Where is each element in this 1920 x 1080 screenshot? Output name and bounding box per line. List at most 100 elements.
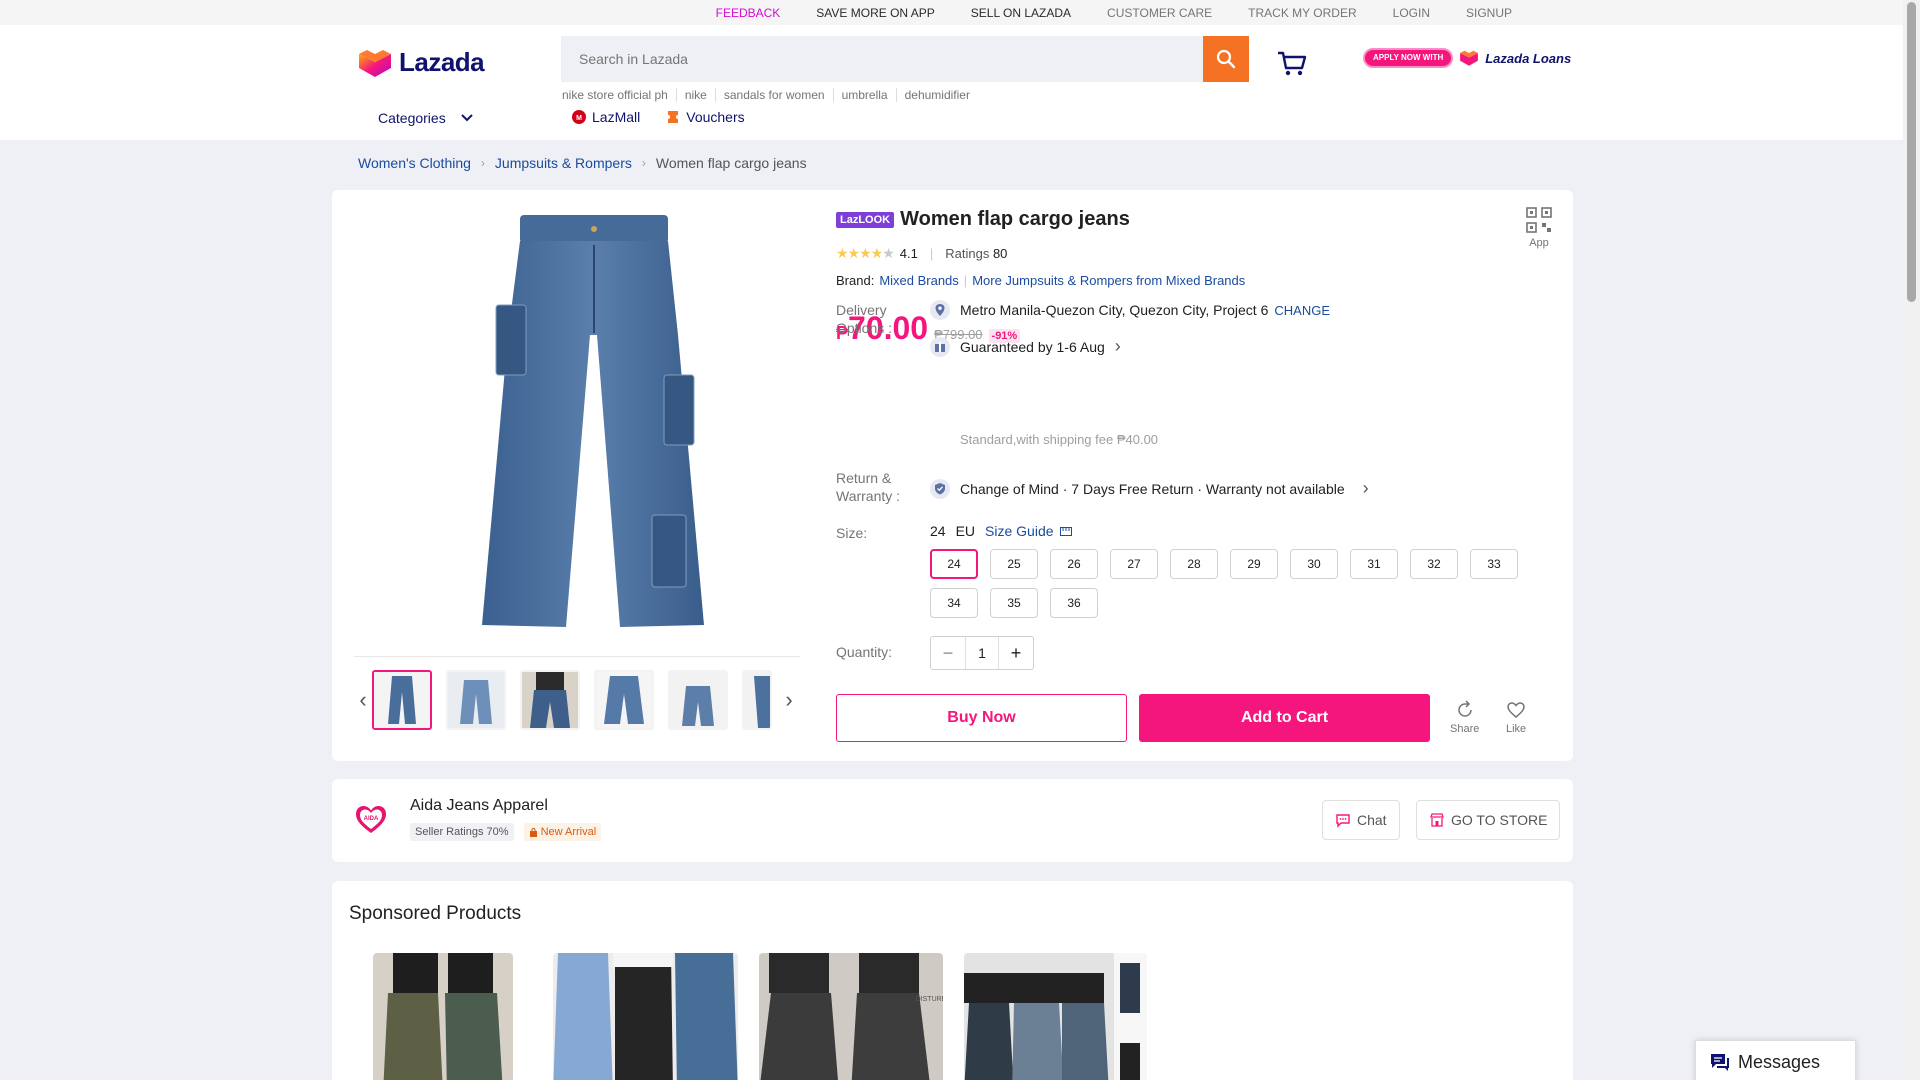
sponsored-product-image[interactable] bbox=[373, 953, 513, 1080]
cart-button[interactable] bbox=[1276, 47, 1308, 84]
size-guide-link[interactable]: Size Guide bbox=[985, 523, 1072, 539]
seller-name[interactable]: Aida Jeans Apparel bbox=[410, 797, 548, 815]
app-qr-button[interactable]: App bbox=[1525, 206, 1553, 249]
return-warranty-text: Change of Mind · 7 Days Free Return · Wa… bbox=[960, 480, 1345, 497]
brand-more-link[interactable]: More Jumpsuits & Rompers from Mixed Bran… bbox=[972, 273, 1245, 288]
breadcrumb-link[interactable]: Women's Clothing bbox=[358, 155, 471, 171]
selected-size: 24 bbox=[930, 523, 946, 539]
size-header: 24 EU Size Guide bbox=[930, 523, 1072, 539]
quantity-label: Quantity: bbox=[836, 644, 893, 660]
chat-button[interactable]: Chat bbox=[1322, 800, 1400, 840]
thumbnail-image[interactable] bbox=[520, 670, 580, 730]
search-button[interactable] bbox=[1203, 36, 1249, 82]
hotword-link[interactable]: nike bbox=[675, 88, 715, 102]
like-button[interactable]: Like bbox=[1506, 700, 1526, 735]
sponsored-product-image[interactable] bbox=[964, 953, 1147, 1080]
hotword-link[interactable]: umbrella bbox=[832, 88, 896, 102]
svg-text:DISTURB: DISTURB bbox=[916, 996, 943, 1003]
chat-icon bbox=[1336, 814, 1350, 828]
topbar-link-feedback[interactable]: FEEDBACK bbox=[698, 6, 799, 20]
lazmall-icon: M bbox=[572, 110, 586, 124]
brand-label: Brand: bbox=[836, 273, 875, 288]
scrollbar-thumb[interactable] bbox=[1907, 2, 1916, 302]
quantity-decrease-button[interactable]: − bbox=[931, 637, 965, 669]
categories-label: Categories bbox=[378, 110, 446, 126]
hotword-link[interactable]: nike store official ph bbox=[562, 88, 676, 102]
jeans-thumbnail bbox=[596, 672, 652, 728]
quantity-value[interactable]: 1 bbox=[965, 637, 999, 669]
nav-lazmall[interactable]: M LazMall bbox=[572, 109, 640, 125]
size-option[interactable]: 35 bbox=[990, 588, 1038, 618]
lazada-logo[interactable]: Lazada bbox=[357, 47, 485, 78]
thumbnail-image[interactable] bbox=[594, 670, 654, 730]
size-unit: EU bbox=[955, 523, 976, 539]
bag-icon bbox=[529, 827, 537, 837]
thumbnail-next-arrow[interactable]: › bbox=[780, 670, 798, 730]
product-title: Women flap cargo jeans bbox=[900, 208, 1130, 230]
messages-button[interactable]: Messages bbox=[1695, 1040, 1856, 1080]
breadcrumb-link[interactable]: Jumpsuits & Rompers bbox=[495, 155, 632, 171]
chat-label: Chat bbox=[1357, 812, 1387, 828]
size-option[interactable]: 26 bbox=[1050, 549, 1098, 579]
size-option[interactable]: 30 bbox=[1290, 549, 1338, 579]
topbar-link-sell[interactable]: SELL ON LAZADA bbox=[953, 6, 1089, 20]
delivery-guarantee-row[interactable]: Guaranteed by 1-6 Aug › bbox=[930, 336, 1121, 357]
topbar-link-track-order[interactable]: TRACK MY ORDER bbox=[1230, 6, 1374, 20]
breadcrumb: Women's Clothing › Jumpsuits & Rompers ›… bbox=[358, 155, 807, 171]
search-input[interactable] bbox=[561, 36, 1203, 82]
thumbnail-image[interactable] bbox=[372, 670, 432, 730]
quantity-increase-button[interactable]: + bbox=[999, 637, 1033, 669]
thumbnail-image[interactable] bbox=[668, 670, 728, 730]
change-location-link[interactable]: CHANGE bbox=[1274, 303, 1330, 318]
size-option[interactable]: 34 bbox=[930, 588, 978, 618]
product-title-row: LazLOOK Women flap cargo jeans bbox=[836, 208, 1130, 231]
size-option[interactable]: 33 bbox=[1470, 549, 1518, 579]
nav-vouchers[interactable]: Vouchers bbox=[666, 109, 745, 125]
search-hotwords: nike store official ph nike sandals for … bbox=[562, 88, 978, 102]
sponsored-title: Sponsored Products bbox=[349, 903, 522, 924]
thumbnail-image[interactable] bbox=[742, 670, 772, 730]
sponsored-product-image[interactable] bbox=[553, 953, 738, 1080]
size-option[interactable]: 31 bbox=[1350, 549, 1398, 579]
chevron-right-icon: › bbox=[480, 156, 485, 170]
shipping-fee: Standard,with shipping fee ₱40.00 bbox=[960, 432, 1159, 447]
chevron-right-icon: › bbox=[641, 156, 646, 170]
sponsored-product-image[interactable]: DISTURB bbox=[759, 953, 943, 1080]
thumbnail-image[interactable] bbox=[446, 670, 506, 730]
size-option[interactable]: 24 bbox=[930, 549, 978, 579]
size-option[interactable]: 36 bbox=[1050, 588, 1098, 618]
size-option[interactable]: 28 bbox=[1170, 549, 1218, 579]
delivery-options-label: Delivery Options : bbox=[836, 301, 892, 337]
go-to-store-button[interactable]: GO TO STORE bbox=[1416, 800, 1561, 840]
new-arrival-badge: New Arrival bbox=[523, 823, 602, 841]
brand-link[interactable]: Mixed Brands bbox=[879, 273, 958, 288]
hotword-link[interactable]: dehumidifier bbox=[895, 88, 978, 102]
topbar-link-save-more[interactable]: SAVE MORE ON APP bbox=[798, 6, 952, 20]
product-main-image[interactable] bbox=[482, 215, 707, 635]
return-warranty-label: Return & Warranty : bbox=[836, 469, 900, 505]
size-option[interactable]: 27 bbox=[1110, 549, 1158, 579]
add-to-cart-button[interactable]: Add to Cart bbox=[1139, 694, 1430, 742]
product-photo bbox=[373, 953, 513, 1080]
size-option[interactable]: 32 bbox=[1410, 549, 1458, 579]
categories-menu[interactable]: Categories bbox=[378, 110, 474, 126]
size-option[interactable]: 25 bbox=[990, 549, 1038, 579]
topbar-link-customer-care[interactable]: CUSTOMER CARE bbox=[1089, 6, 1230, 20]
return-warranty-row[interactable]: Change of Mind · 7 Days Free Return · Wa… bbox=[930, 478, 1369, 499]
size-guide-label: Size Guide bbox=[985, 523, 1054, 539]
page-scrollbar[interactable] bbox=[1903, 0, 1920, 1080]
buy-now-button[interactable]: Buy Now bbox=[836, 694, 1127, 742]
size-option[interactable]: 29 bbox=[1230, 549, 1278, 579]
product-photo: DISTURB bbox=[759, 953, 943, 1080]
product-photo bbox=[964, 953, 1147, 1080]
hotword-link[interactable]: sandals for women bbox=[714, 88, 833, 102]
lazada-loans-banner[interactable]: APPLY NOW WITH Lazada Loans bbox=[1363, 48, 1571, 68]
seller-logo[interactable]: AIDA bbox=[354, 803, 388, 837]
chat-bubble-icon bbox=[1711, 1054, 1729, 1071]
ratings-link[interactable]: Ratings 80 bbox=[945, 246, 1007, 261]
thumbnail-prev-arrow[interactable]: ‹ bbox=[354, 670, 372, 730]
size-label: Size: bbox=[836, 525, 868, 541]
share-button[interactable]: Share bbox=[1450, 700, 1479, 735]
topbar-link-signup[interactable]: SIGNUP bbox=[1448, 6, 1530, 20]
topbar-link-login[interactable]: LOGIN bbox=[1375, 6, 1448, 20]
